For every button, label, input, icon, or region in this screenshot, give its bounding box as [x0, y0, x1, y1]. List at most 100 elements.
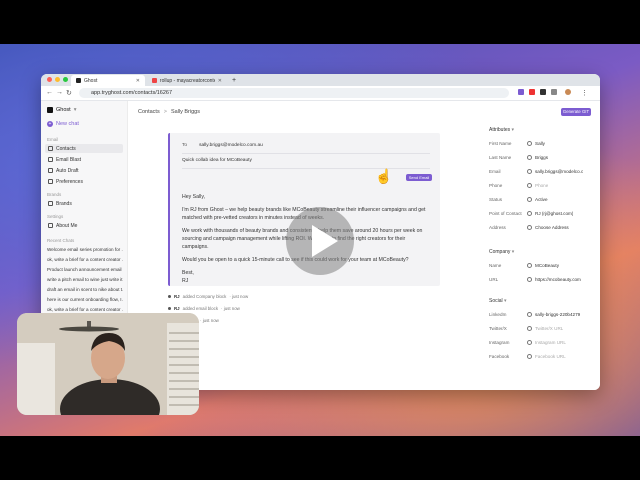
- building-icon: [527, 262, 532, 268]
- sidebar-item-contacts[interactable]: Contacts: [45, 144, 123, 153]
- to-value: sally.briggs@modelco.com.au: [199, 143, 263, 148]
- sidebar-item-email-blast[interactable]: Email Blast: [45, 155, 123, 164]
- section-email: Email: [47, 137, 59, 142]
- activity-text: added Company block: [182, 294, 227, 299]
- social-row[interactable]: Facebook Facebook URL: [489, 352, 599, 360]
- link-icon: [527, 276, 532, 282]
- recent-chat-item[interactable]: here is our current onboarding flow, I..…: [47, 297, 123, 302]
- activity-actor: RJ: [174, 294, 180, 299]
- recent-chat-item[interactable]: ok, write a brief for a content creator …: [47, 257, 123, 262]
- social-header[interactable]: Social ▾: [489, 298, 507, 304]
- tab-rollup[interactable]: rollup - mayacreatorcontent ✕: [147, 75, 227, 86]
- back-icon[interactable]: ←: [46, 89, 53, 96]
- recent-chat-item[interactable]: write a pitch email to wine just write i…: [47, 277, 123, 282]
- new-chat-button[interactable]: + New chat: [47, 121, 79, 127]
- activity-text: added email block: [182, 306, 219, 311]
- to-field[interactable]: To sally.briggs@modelco.com.au: [182, 143, 263, 148]
- tag-icon: [48, 201, 53, 206]
- sidebar-item-label: Email Blast: [56, 156, 82, 163]
- breadcrumb: Contacts > Sally Briggs: [138, 109, 200, 115]
- recent-chat-item[interactable]: draft an email in scent to nike about t.…: [47, 287, 123, 292]
- sliders-icon: [48, 179, 53, 184]
- company-row[interactable]: URL https://mcobeauty.com: [489, 275, 599, 283]
- company-header[interactable]: Company ▾: [489, 249, 514, 255]
- forward-icon[interactable]: →: [56, 89, 63, 96]
- activity-dot-icon: [168, 307, 171, 310]
- profile-avatar[interactable]: [565, 89, 571, 95]
- reload-icon[interactable]: ↻: [66, 89, 72, 97]
- puzzle-icon[interactable]: [551, 89, 557, 95]
- attribute-row[interactable]: Phone Phone: [489, 181, 599, 189]
- activity-dot-icon: [168, 295, 171, 298]
- attribute-key: Phone: [489, 182, 503, 188]
- extension-icon[interactable]: [540, 89, 546, 95]
- sidebar-item-label: Preferences: [56, 178, 83, 185]
- generate-button[interactable]: Generate GIT: [561, 108, 591, 116]
- recent-chat-item[interactable]: Welcome email series promotion for ...: [47, 247, 123, 252]
- tab-ghost[interactable]: Ghost ✕: [71, 75, 145, 86]
- close-window-button[interactable]: [47, 77, 52, 82]
- activity-time: · just now: [221, 306, 240, 311]
- breadcrumb-contacts[interactable]: Contacts: [138, 109, 160, 115]
- video-play-button[interactable]: [286, 207, 354, 275]
- divider: [182, 153, 430, 154]
- attribute-row[interactable]: Last Name Briggs: [489, 153, 599, 161]
- gmail-extension-icon[interactable]: [529, 89, 535, 95]
- social-row[interactable]: Twitter/X Twitter/X URL: [489, 324, 599, 332]
- location-icon: [527, 224, 532, 230]
- rollup-favicon-icon: [152, 78, 157, 83]
- attribute-key: Last Name: [489, 154, 512, 160]
- attributes-header[interactable]: Attributes ▾: [489, 127, 514, 133]
- email-paragraph: Hey Sally,: [182, 194, 205, 200]
- mail-icon: [527, 168, 532, 174]
- email-signature: RJ: [182, 278, 189, 284]
- company-value: MCoBeauty: [535, 262, 560, 268]
- status-icon: [527, 196, 532, 202]
- tab-close-icon[interactable]: ✕: [136, 78, 140, 84]
- workspace-switcher[interactable]: Ghost ▾: [47, 107, 76, 113]
- attribute-row[interactable]: First Name Sally: [489, 139, 599, 147]
- user-icon: [48, 223, 53, 228]
- attribute-row[interactable]: Status Active: [489, 195, 599, 203]
- chevron-down-icon: ▾: [511, 249, 515, 255]
- attributes-label: Attributes: [489, 127, 511, 133]
- social-value: sally-briggs-220b4279: [535, 311, 581, 317]
- attribute-row[interactable]: Address Choose Address: [489, 223, 599, 231]
- social-key: LinkedIn: [489, 311, 507, 317]
- letterbox-bottom: [0, 436, 640, 480]
- sidebar-item-label: Auto Draft: [56, 167, 79, 174]
- sidebar-item-preferences[interactable]: Preferences: [45, 177, 123, 186]
- company-row[interactable]: Name MCoBeauty: [489, 261, 599, 269]
- play-icon: [312, 225, 338, 257]
- chevron-down-icon: ▾: [73, 107, 77, 113]
- attribute-row[interactable]: Point of Contact RJ (rj@ghost.com): [489, 209, 599, 217]
- address-bar[interactable]: app.tryghost.com/contacts/16267: [79, 88, 509, 98]
- field-icon: [527, 140, 532, 146]
- social-row[interactable]: LinkedIn sally-briggs-220b4279: [489, 310, 599, 318]
- send-email-button[interactable]: Send Email: [406, 174, 432, 181]
- facebook-icon: [527, 353, 532, 359]
- attribute-value: Phone: [535, 182, 549, 188]
- tab-close-icon[interactable]: ✕: [218, 78, 222, 84]
- extension-icon[interactable]: [518, 89, 524, 95]
- company-label: Company: [489, 249, 511, 255]
- chevron-down-icon: ▾: [504, 298, 507, 304]
- new-tab-button[interactable]: +: [227, 75, 239, 86]
- social-key: Facebook: [489, 353, 510, 359]
- subject-field[interactable]: Quick collab idea for MCoBeauty: [182, 158, 252, 163]
- menu-icon[interactable]: ⋮: [581, 89, 588, 97]
- recent-chat-item[interactable]: Product launch announcement email: [47, 267, 123, 272]
- recent-chat-item[interactable]: ok, write a brief for a content creator …: [47, 307, 123, 312]
- minimize-window-button[interactable]: [55, 77, 60, 82]
- sidebar-item-auto-draft[interactable]: Auto Draft: [45, 166, 123, 175]
- activity-actor: RJ: [174, 306, 180, 311]
- attribute-value: Sally: [535, 140, 545, 146]
- linkedin-icon: [527, 311, 532, 317]
- activity-item: RJ added email block · just now: [168, 306, 240, 311]
- sidebar-item-brands[interactable]: Brands: [45, 199, 123, 208]
- breadcrumb-separator: >: [163, 109, 167, 115]
- maximize-window-button[interactable]: [63, 77, 68, 82]
- attribute-row[interactable]: Email sally.briggs@modelco.c: [489, 167, 599, 175]
- sidebar-item-about-me[interactable]: About Me: [45, 221, 123, 230]
- social-row[interactable]: Instagram Instagram URL: [489, 338, 599, 346]
